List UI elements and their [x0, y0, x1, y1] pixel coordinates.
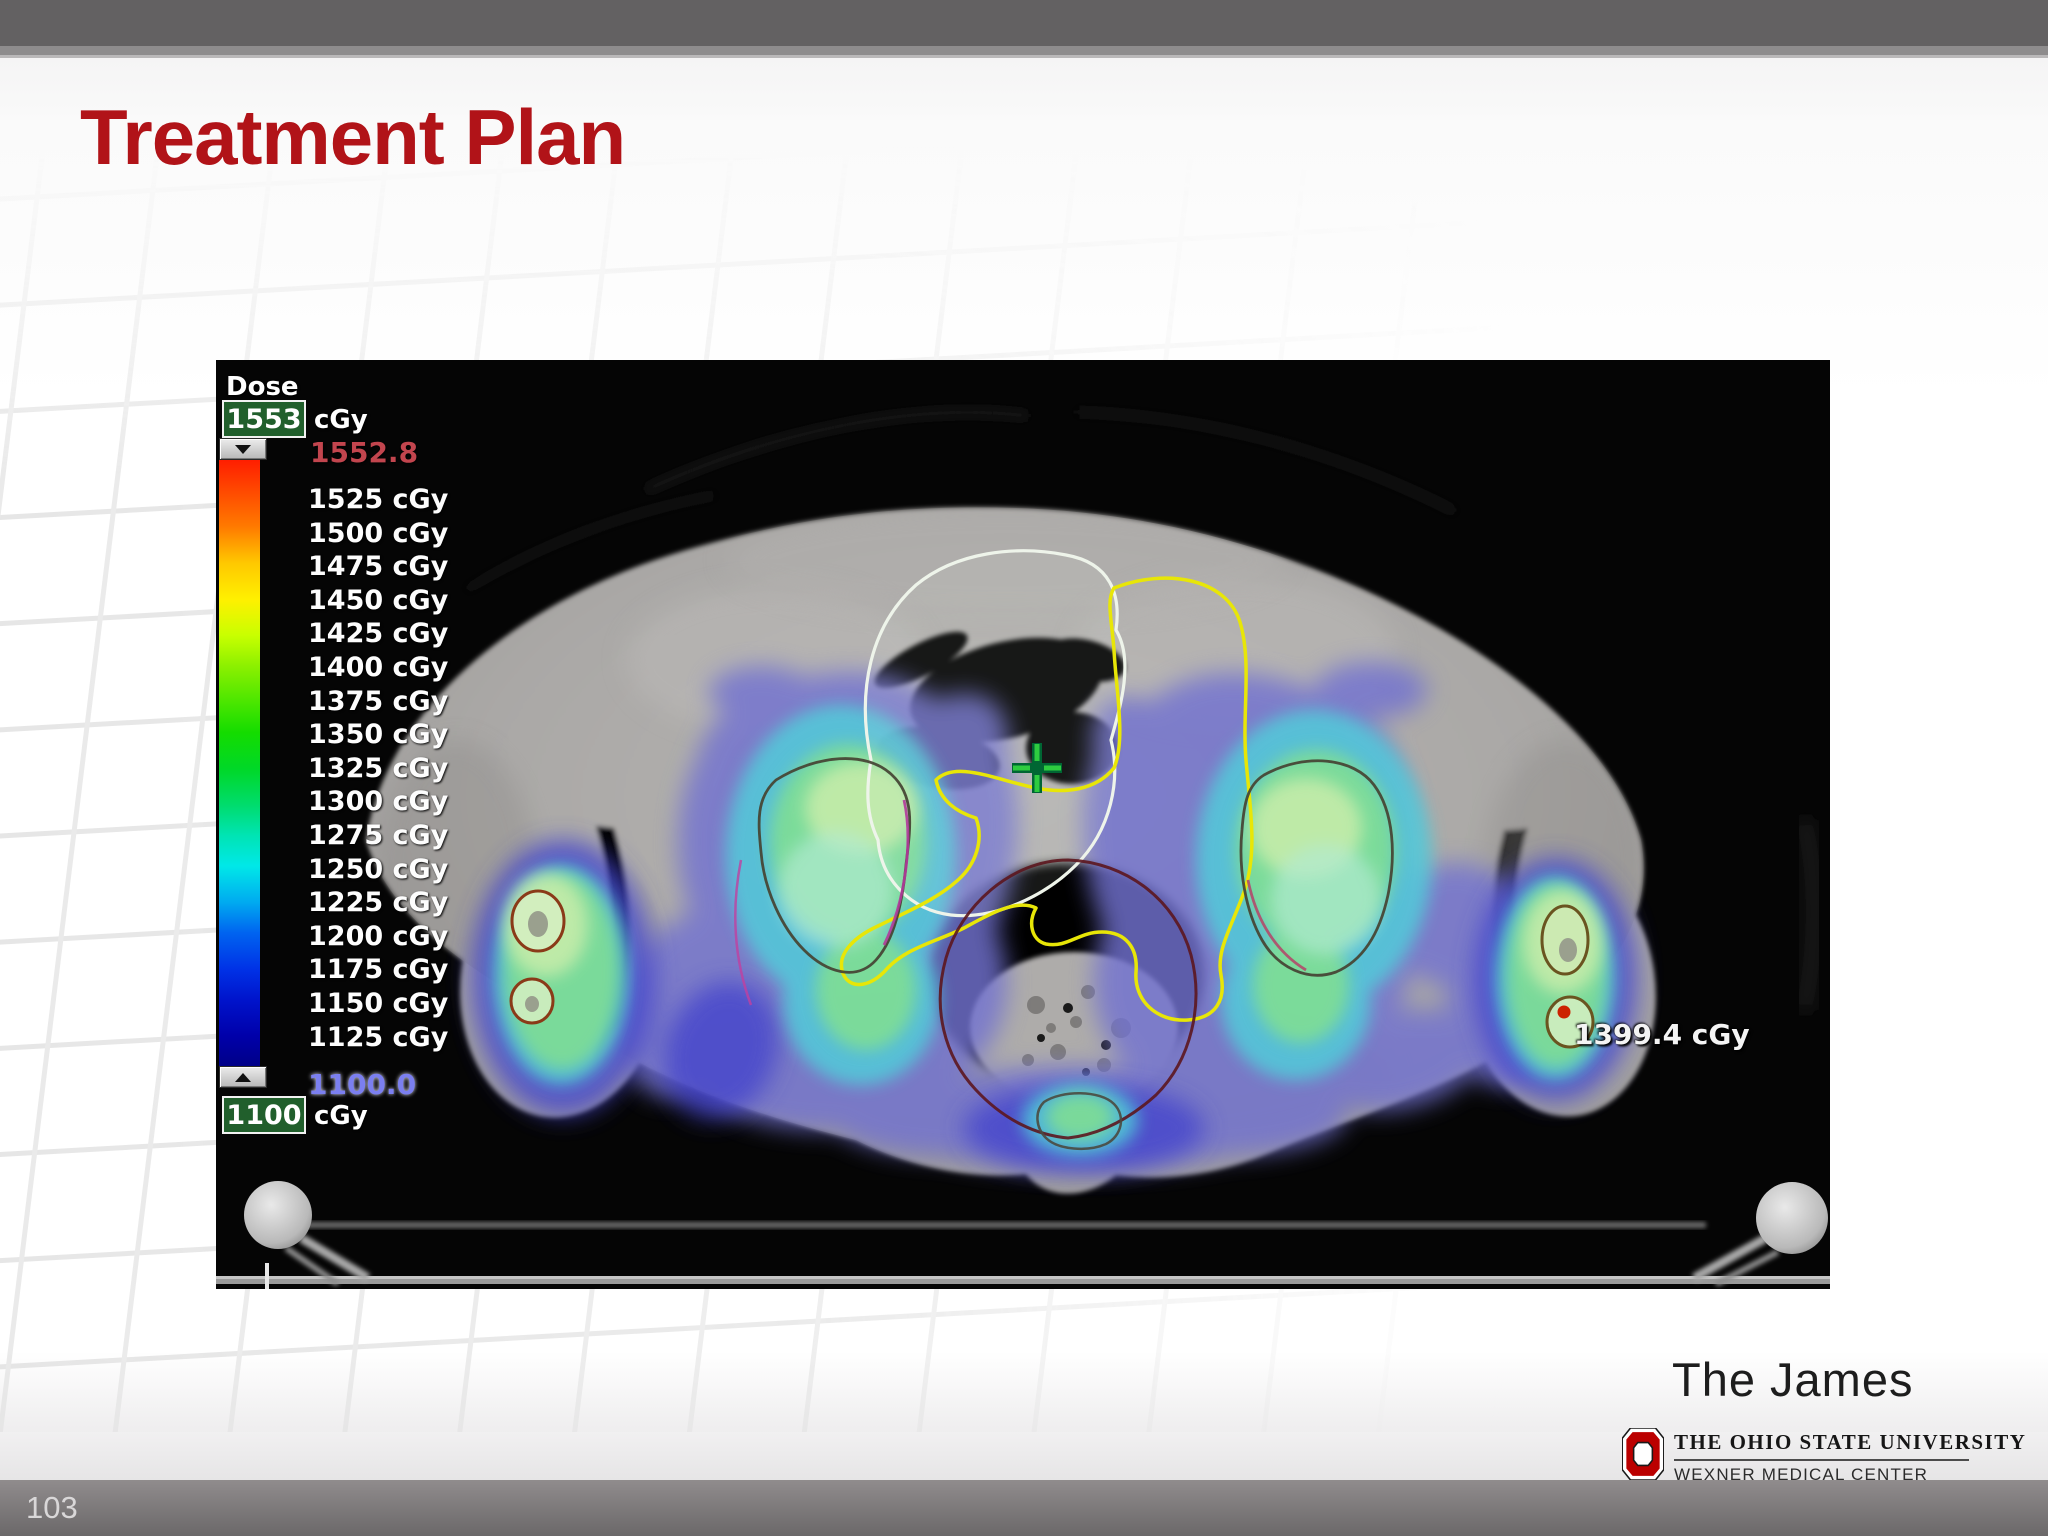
dose-legend-title: Dose	[226, 372, 299, 402]
division-name: WEXNER MEDICAL CENTER	[1674, 1465, 1929, 1484]
page-number: 103	[26, 1490, 78, 1525]
treatment-plan-screenshot: Dose 1553 cGy 1552.8 1525 cGy 1500 cGy 147…	[216, 360, 1830, 1289]
point-dose-annotation: 1399.4 cGy	[1574, 1018, 1750, 1051]
dose-tick-label: 1275 cGy	[308, 819, 449, 851]
dose-tick-label: 1400 cGy	[308, 651, 449, 683]
logo-divider	[1674, 1459, 1969, 1461]
dose-scale-top-value: 1552.8	[310, 436, 419, 469]
dose-tick-label: 1525 cGy	[308, 484, 449, 515]
dose-tick-label: 1425 cGy	[308, 618, 449, 650]
block-o-icon	[1622, 1428, 1664, 1480]
dose-min-value: 1100	[226, 1099, 302, 1131]
dose-tick-label: 1175 cGy	[308, 954, 449, 986]
james-wordmark: The James	[1672, 1353, 1914, 1406]
arrow-down-icon	[235, 444, 251, 454]
dose-tick-label: 1225 cGy	[308, 887, 449, 919]
dose-tick-list: 1525 cGy 1500 cGy 1475 cGy 1450 cGy 1425 cGy…	[308, 483, 448, 1054]
slide-top-bar-divider	[0, 46, 2048, 58]
dose-max-input[interactable]: 1553	[222, 400, 306, 438]
slide-footer-bar: 103	[0, 1480, 2048, 1536]
dose-tick-label: 1450 cGy	[308, 584, 449, 616]
osu-text-block: The Ohio State University WEXNER MEDICAL…	[1674, 1428, 2026, 1485]
dose-tick-label: 1500 cGy	[308, 517, 449, 549]
dose-min-unit: cGy	[314, 1101, 368, 1131]
dose-tick-label: 1125 cGy	[308, 1021, 449, 1053]
arrow-up-icon	[235, 1072, 251, 1082]
slide-title: Treatment Plan	[80, 93, 626, 181]
dose-tick-label: 1250 cGy	[308, 853, 449, 885]
osu-logo-lockup: The Ohio State University WEXNER MEDICAL…	[1622, 1428, 2026, 1485]
dose-tick-label: 1200 cGy	[308, 920, 449, 952]
dose-scale-up-button[interactable]	[219, 1066, 267, 1088]
dose-colorbar	[219, 460, 260, 1066]
dose-tick-label: 1475 cGy	[308, 551, 449, 583]
dose-scale-bottom-value: 1100.0	[308, 1068, 417, 1101]
dose-min-input[interactable]: 1100	[222, 1096, 306, 1134]
dose-legend: Dose 1553 cGy 1552.8 1525 cGy 1500 cGy 147…	[216, 360, 1830, 1289]
slide-top-bar	[0, 0, 2048, 46]
university-name: The Ohio State University	[1674, 1430, 2027, 1454]
dose-tick-label: 1375 cGy	[308, 685, 449, 717]
dose-scale-down-button[interactable]	[219, 438, 267, 460]
presentation-slide: Treatment Plan Dose 1553 cGy 1552.8 1525…	[0, 0, 2048, 1536]
dose-tick-label: 1150 cGy	[308, 987, 449, 1019]
dose-max-value: 1553	[226, 403, 302, 435]
dose-max-unit: cGy	[314, 405, 368, 435]
dose-tick-label: 1300 cGy	[308, 786, 449, 818]
dose-tick-label: 1325 cGy	[308, 752, 449, 784]
dose-tick-label: 1350 cGy	[308, 719, 449, 751]
